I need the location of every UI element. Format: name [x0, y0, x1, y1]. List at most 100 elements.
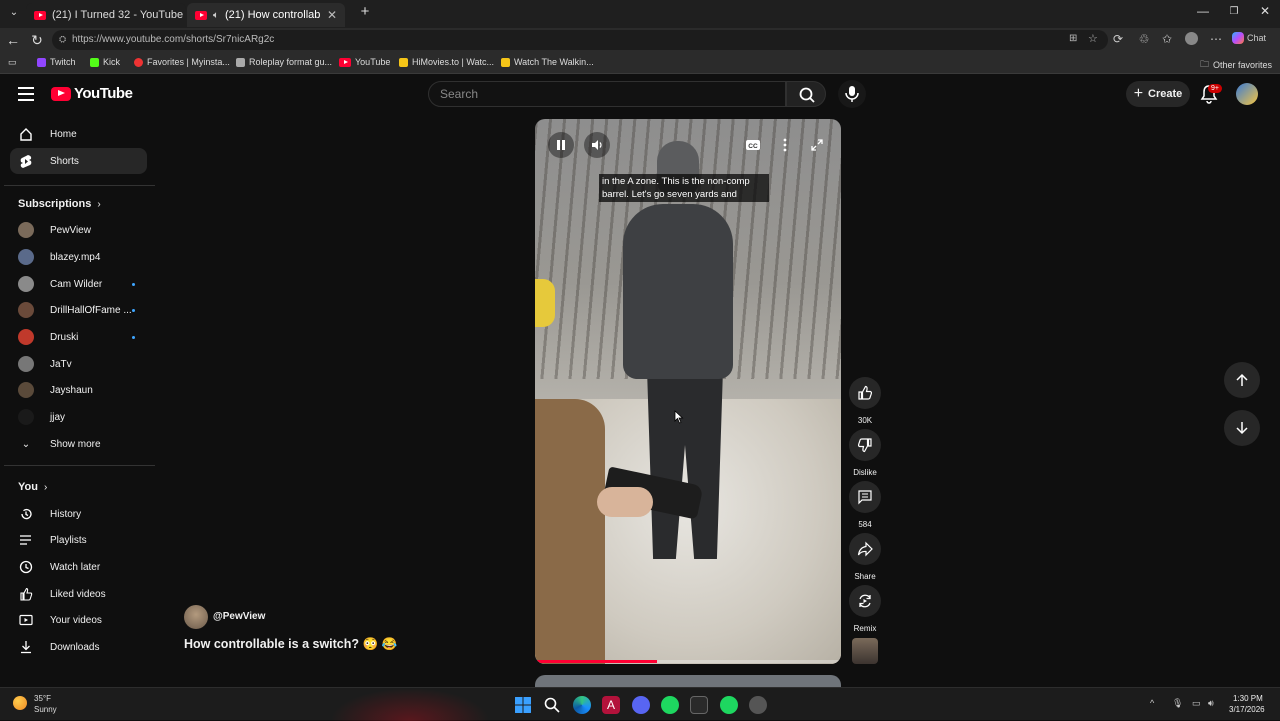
microphone-tray-icon[interactable]: 🎙︎ [1172, 698, 1183, 709]
subscriptions-heading[interactable]: Subscriptions › [18, 198, 101, 210]
favorites-icon[interactable]: ✩ [1158, 32, 1176, 46]
back-button[interactable]: ← [3, 31, 23, 49]
comment-count: 584 [858, 520, 872, 529]
next-short-preview[interactable] [535, 675, 841, 687]
favorite-youtube[interactable]: YouTube [339, 57, 390, 67]
video-progress-bar[interactable] [535, 660, 841, 663]
search-icon[interactable] [543, 696, 561, 714]
captions-button[interactable]: CC [740, 132, 766, 158]
show-more-button[interactable]: ⌄ Show more [10, 431, 147, 457]
search-button[interactable] [786, 81, 826, 107]
search-input[interactable] [428, 81, 786, 107]
extensions-refresh-icon[interactable]: ⟳ [1109, 32, 1127, 46]
previous-short-button[interactable] [1224, 362, 1260, 398]
more-options-icon[interactable]: ⋯ [1207, 32, 1225, 46]
other-favorites[interactable]: 🗀︎ Other favorites [1200, 57, 1272, 73]
sidebar-item-downloads[interactable]: Downloads [10, 634, 147, 660]
clock-time[interactable]: 1:30 PM [1233, 694, 1263, 703]
shorts-video-player[interactable]: CC in the A zone. This is the non-comp b… [535, 119, 841, 664]
fullscreen-button[interactable] [804, 132, 830, 158]
you-heading[interactable]: You › [18, 481, 47, 493]
menu-icon[interactable] [18, 87, 34, 101]
dislike-button[interactable]: Dislike [849, 429, 881, 477]
volume-tray-icon[interactable]: 🔊︎ [1208, 698, 1214, 709]
pause-button[interactable] [548, 132, 574, 158]
favorite-walking-dead[interactable]: Watch The Walkin... [501, 57, 594, 67]
clock-date[interactable]: 3/17/2026 [1229, 705, 1265, 714]
network-icon[interactable]: ▭ [1192, 698, 1201, 709]
weather-condition[interactable]: Sunny [34, 705, 57, 714]
youtube-favicon-icon [34, 10, 46, 20]
subscription-pewview[interactable]: PewView [10, 217, 147, 243]
channel-avatar [18, 356, 34, 372]
sidebar-item-shorts[interactable]: Shorts [10, 148, 147, 174]
copilot-chat-button[interactable]: Chat [1232, 32, 1272, 44]
subscription-cam-wilder[interactable]: Cam Wilder [10, 271, 147, 297]
browser-tab-1[interactable]: (21) I Turned 32 - YouTube ✕ [26, 3, 186, 27]
url-text[interactable]: https://www.youtube.com/shorts/Sr7nicARg… [72, 34, 274, 45]
like-button[interactable]: 30K [849, 377, 881, 425]
discord-icon[interactable] [632, 696, 650, 714]
address-bar[interactable]: ⛭ https://www.youtube.com/shorts/Sr7nicA… [52, 30, 1108, 50]
arrow-up-icon [1236, 373, 1248, 386]
browser-essentials-icon[interactable]: ♲ [1135, 32, 1153, 46]
youtube-logo[interactable]: YouTube [51, 85, 133, 102]
sidebar-item-history[interactable]: History [10, 501, 147, 527]
remix-button[interactable]: Remix [849, 585, 881, 633]
close-window-button[interactable]: ✕ [1250, 4, 1280, 18]
plus-icon: + [1133, 85, 1144, 102]
volume-button[interactable] [584, 132, 610, 158]
channel-name[interactable]: @PewView [213, 611, 265, 622]
tab-actions-icon[interactable]: ⌄ [4, 4, 24, 22]
xbox-icon[interactable] [661, 696, 679, 714]
speaker-icon[interactable]: 🔈︎ [213, 10, 219, 21]
next-short-button[interactable] [1224, 410, 1260, 446]
new-tab-button[interactable]: + [350, 3, 380, 20]
favorite-star-icon[interactable]: ☆ [1088, 32, 1098, 45]
windows-start-icon[interactable] [514, 696, 532, 714]
weather-sun-icon[interactable] [13, 696, 27, 710]
account-avatar[interactable] [1236, 83, 1258, 105]
subscription-jayshaun[interactable]: Jayshaun [10, 377, 147, 403]
app-window-icon[interactable] [690, 696, 708, 714]
favorite-twitch[interactable]: Twitch [37, 57, 76, 67]
comments-button[interactable]: 584 [849, 481, 881, 529]
spotify-icon[interactable] [720, 696, 738, 714]
close-tab-icon[interactable]: ✕ [327, 8, 337, 22]
sidebar-item-home[interactable]: Home [10, 121, 147, 147]
sidebar-item-your-videos[interactable]: Your videos [10, 607, 147, 633]
sidebar-item-playlists[interactable]: Playlists [10, 527, 147, 553]
maximize-button[interactable]: ❐ [1219, 6, 1249, 17]
steam-icon[interactable] [749, 696, 767, 714]
minimize-button[interactable]: — [1188, 4, 1218, 18]
audio-source-thumbnail[interactable] [852, 638, 878, 664]
more-options-button[interactable] [772, 132, 798, 158]
favorite-himovies[interactable]: HiMovies.to | Watc... [399, 57, 494, 67]
app-a-icon[interactable]: A [602, 696, 620, 714]
subscription-drillhalloffame[interactable]: DrillHallOfFame ... [10, 297, 147, 323]
weather-temperature[interactable]: 35°F [34, 694, 51, 703]
subscription-jatv[interactable]: JaTv [10, 351, 147, 377]
svg-text:CC: CC [748, 143, 758, 150]
sidebar-item-liked-videos[interactable]: Liked videos [10, 581, 147, 607]
favorite-kick[interactable]: Kick [90, 57, 120, 67]
tray-chevron-icon[interactable]: ^ [1150, 698, 1154, 708]
collections-icon[interactable]: ▭ [8, 57, 17, 68]
favorite-roleplay[interactable]: Roleplay format gu... [236, 57, 332, 67]
edge-browser-icon[interactable] [573, 696, 591, 714]
favorite-myinsta[interactable]: Favorites | Myinsta... [134, 57, 230, 67]
app-available-icon[interactable]: ⊞ [1069, 33, 1077, 44]
subscription-druski[interactable]: Druski [10, 324, 147, 350]
create-button[interactable]: + Create [1126, 81, 1190, 107]
sidebar-item-watch-later[interactable]: Watch later [10, 554, 147, 580]
browser-tab-2[interactable]: 🔈︎ (21) How controllable is a swit ✕ [187, 3, 345, 27]
channel-avatar [18, 409, 34, 425]
subscription-jjay[interactable]: jjay [10, 404, 147, 430]
subscription-blazey[interactable]: blazey.mp4 [10, 244, 147, 270]
voice-search-button[interactable] [838, 80, 866, 108]
profile-icon[interactable] [1182, 32, 1200, 48]
site-info-icon[interactable]: ⛭ [59, 34, 66, 45]
refresh-button[interactable]: ↻ [27, 31, 47, 49]
channel-avatar[interactable] [184, 605, 208, 629]
share-button[interactable]: Share [849, 533, 881, 581]
